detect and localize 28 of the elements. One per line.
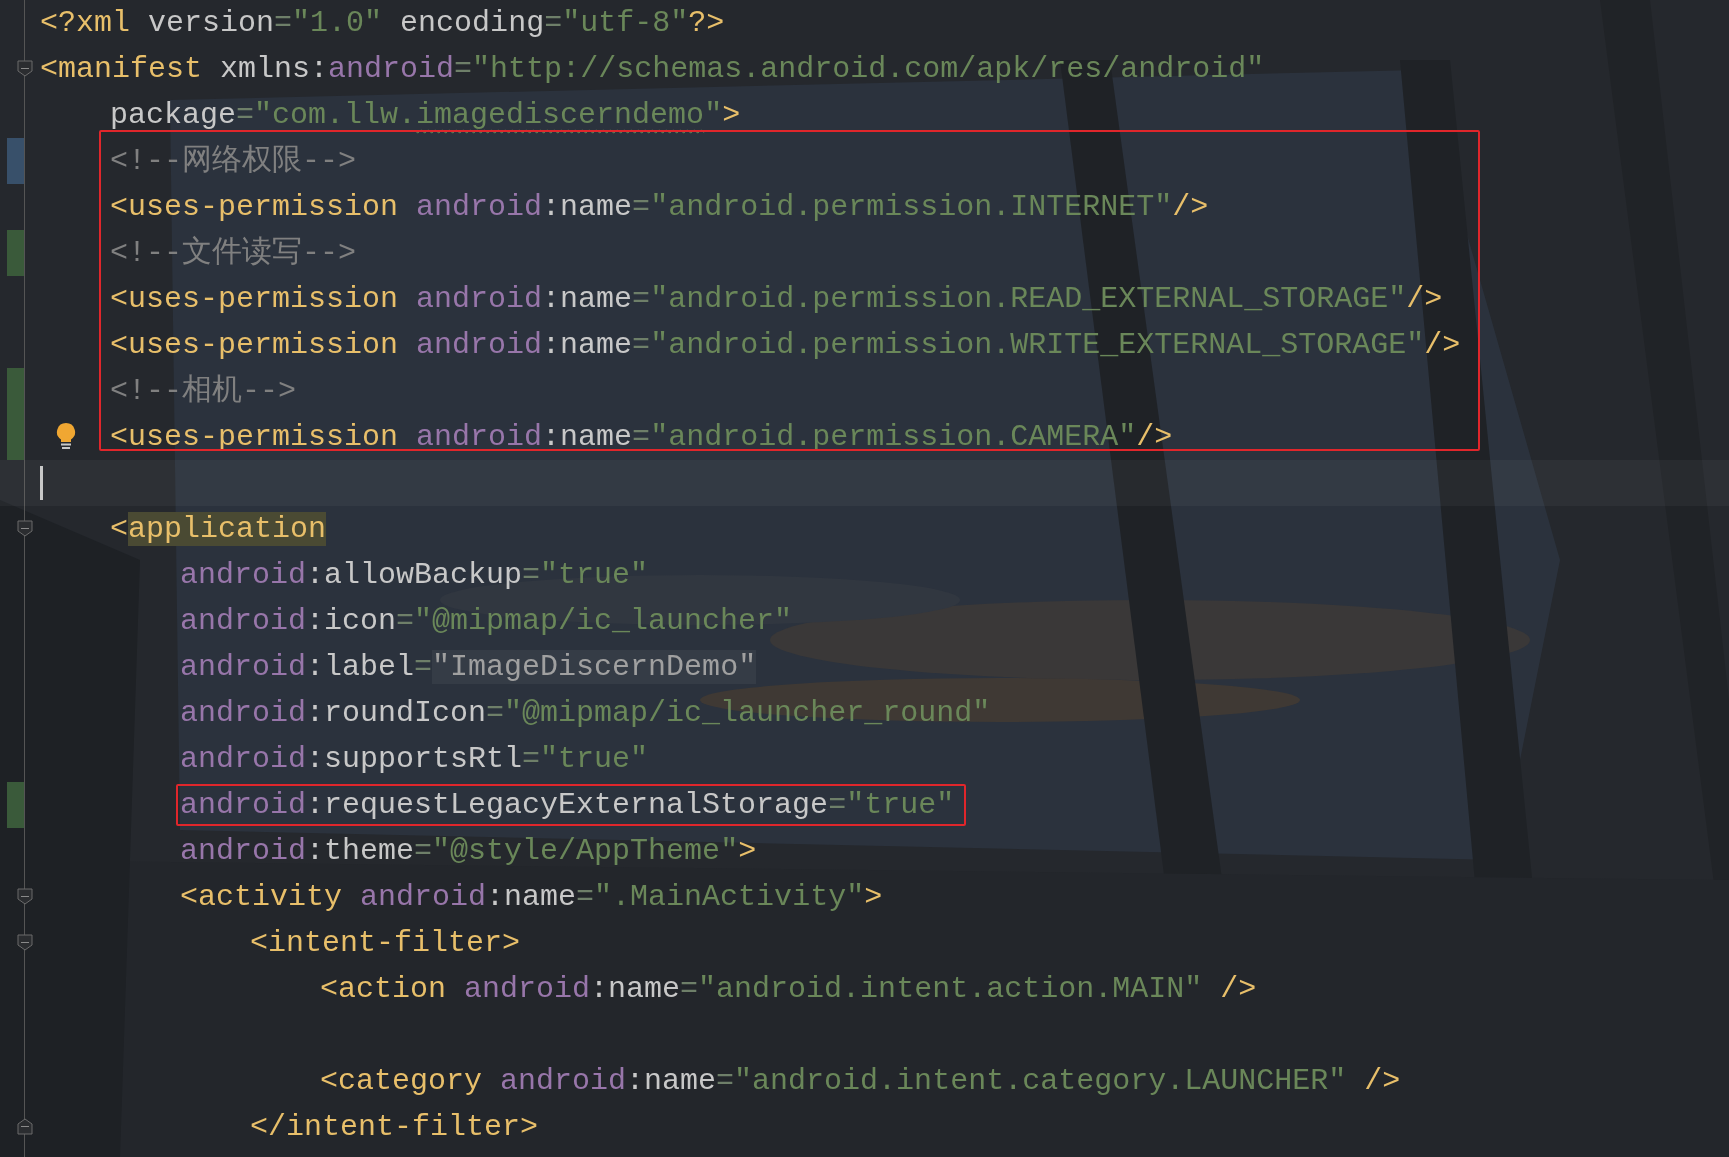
code-line: android:label="ImageDiscernDemo" bbox=[180, 649, 757, 686]
code-line: <uses-permission android:name="android.permission.CAMERA"/> bbox=[110, 419, 1173, 456]
lightbulb-icon[interactable] bbox=[56, 422, 76, 450]
code-line: android:icon="@mipmap/ic_launcher" bbox=[180, 603, 793, 640]
code-line: android:supportsRtl="true" bbox=[180, 741, 649, 778]
code-line: <uses-permission android:name="android.permission.INTERNET"/> bbox=[110, 189, 1209, 226]
fold-icon[interactable] bbox=[17, 1118, 33, 1135]
code-line: </intent-filter> bbox=[250, 1109, 539, 1146]
code-line: <uses-permission android:name="android.permission.READ_EXTERNAL_STORAGE"/> bbox=[110, 281, 1443, 318]
code-line: <uses-permission android:name="android.permission.WRITE_EXTERNAL_STORAGE"/> bbox=[110, 327, 1461, 364]
code-line: android:allowBackup="true" bbox=[180, 557, 649, 594]
code-line: <application bbox=[110, 511, 327, 548]
fold-icon[interactable] bbox=[17, 888, 33, 905]
code-line: <category android:name="android.intent.category.LAUNCHER" /> bbox=[320, 1063, 1401, 1100]
code-line: <!--相机--> bbox=[110, 373, 297, 410]
code-line: <manifest xmlns:android="http://schemas.android.com/apk/res/android" bbox=[40, 51, 1265, 88]
code-line: <activity android:name=".MainActivity"> bbox=[180, 879, 883, 916]
code-line: <!--文件读写--> bbox=[110, 235, 357, 272]
code-line: android:theme="@style/AppTheme"> bbox=[180, 833, 757, 870]
fold-icon[interactable] bbox=[17, 60, 33, 77]
code-line: <?xml version="1.0" encoding="utf-8"?> bbox=[40, 5, 725, 42]
code-line: android:roundIcon="@mipmap/ic_launcher_round" bbox=[180, 695, 991, 732]
code-line: <action android:name="android.intent.action.MAIN" /> bbox=[320, 971, 1257, 1008]
code-line: package="com.llw.imagediscerndemo"> bbox=[110, 97, 741, 134]
code-line: <!--网络权限--> bbox=[110, 143, 357, 180]
code-line: <intent-filter> bbox=[250, 925, 521, 962]
fold-icon[interactable] bbox=[17, 934, 33, 951]
fold-icon[interactable] bbox=[17, 520, 33, 537]
